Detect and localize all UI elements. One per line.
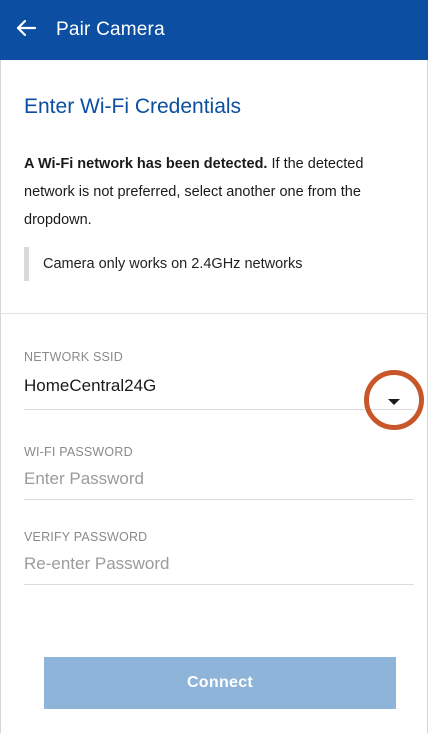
left-border [0,60,1,733]
connect-button[interactable]: Connect [44,657,396,709]
network-note: Camera only works on 2.4GHz networks [24,247,410,281]
password-input[interactable]: Enter Password [24,469,386,489]
verify-password-label: VERIFY PASSWORD [24,530,148,544]
section-heading: Enter Wi-Fi Credentials [24,95,242,118]
back-button[interactable] [0,0,52,60]
description-text: A Wi-Fi network has been detected. If th… [24,150,410,234]
section-divider [0,313,428,314]
note-accent-bar [24,247,29,281]
arrow-left-icon [15,17,37,44]
ssid-underline [24,409,414,410]
verify-password-input[interactable]: Re-enter Password [24,554,386,574]
pair-camera-screen: Pair Camera Enter Wi-Fi Credentials A Wi… [0,0,428,733]
verify-password-field[interactable]: VERIFY PASSWORD Re-enter Password [24,530,386,574]
ssid-label: NETWORK SSID [24,350,123,364]
password-field[interactable]: WI-FI PASSWORD Enter Password [24,445,386,489]
description-bold: A Wi-Fi network has been detected. [24,156,268,172]
ssid-dropdown-button[interactable] [364,370,424,430]
verify-password-underline [24,584,414,585]
page-title: Pair Camera [56,19,165,40]
caret-down-icon [388,399,400,405]
app-bar: Pair Camera [0,0,428,60]
note-text: Camera only works on 2.4GHz networks [43,256,303,272]
ssid-value[interactable]: HomeCentral24G [24,376,386,396]
password-label: WI-FI PASSWORD [24,445,133,459]
ssid-field[interactable]: NETWORK SSID HomeCentral24G [24,350,386,396]
password-underline [24,499,414,500]
